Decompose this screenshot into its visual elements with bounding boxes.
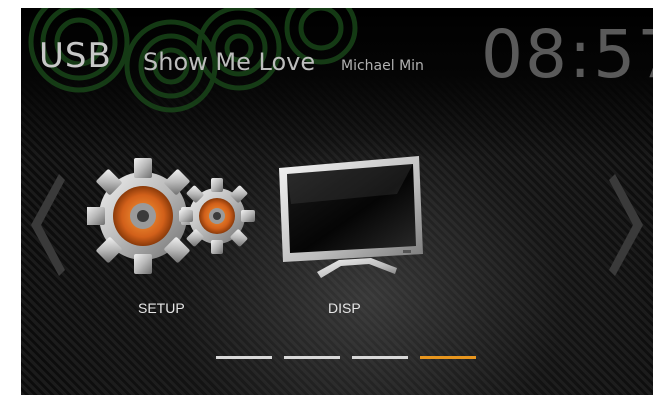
song-title: Show Me Love — [143, 48, 316, 76]
source-label: USB — [39, 36, 112, 76]
page-indicator-3 — [352, 356, 408, 359]
page-indicator-1 — [216, 356, 272, 359]
disp-label: DISP — [328, 300, 361, 316]
monitor-icon — [279, 156, 423, 278]
clock: 08:57 — [481, 16, 653, 93]
head-unit-screen: USB Show Me Love Michael Min 08:57 — [21, 8, 653, 395]
page-indicator-4-active — [420, 356, 476, 359]
page-indicator-2 — [284, 356, 340, 359]
artist-name: Michael Min — [341, 58, 424, 74]
chevron-right-icon[interactable] — [609, 170, 649, 280]
chevron-left-icon[interactable] — [25, 170, 65, 280]
gears-icon — [87, 158, 255, 274]
setup-label: SETUP — [138, 300, 185, 316]
